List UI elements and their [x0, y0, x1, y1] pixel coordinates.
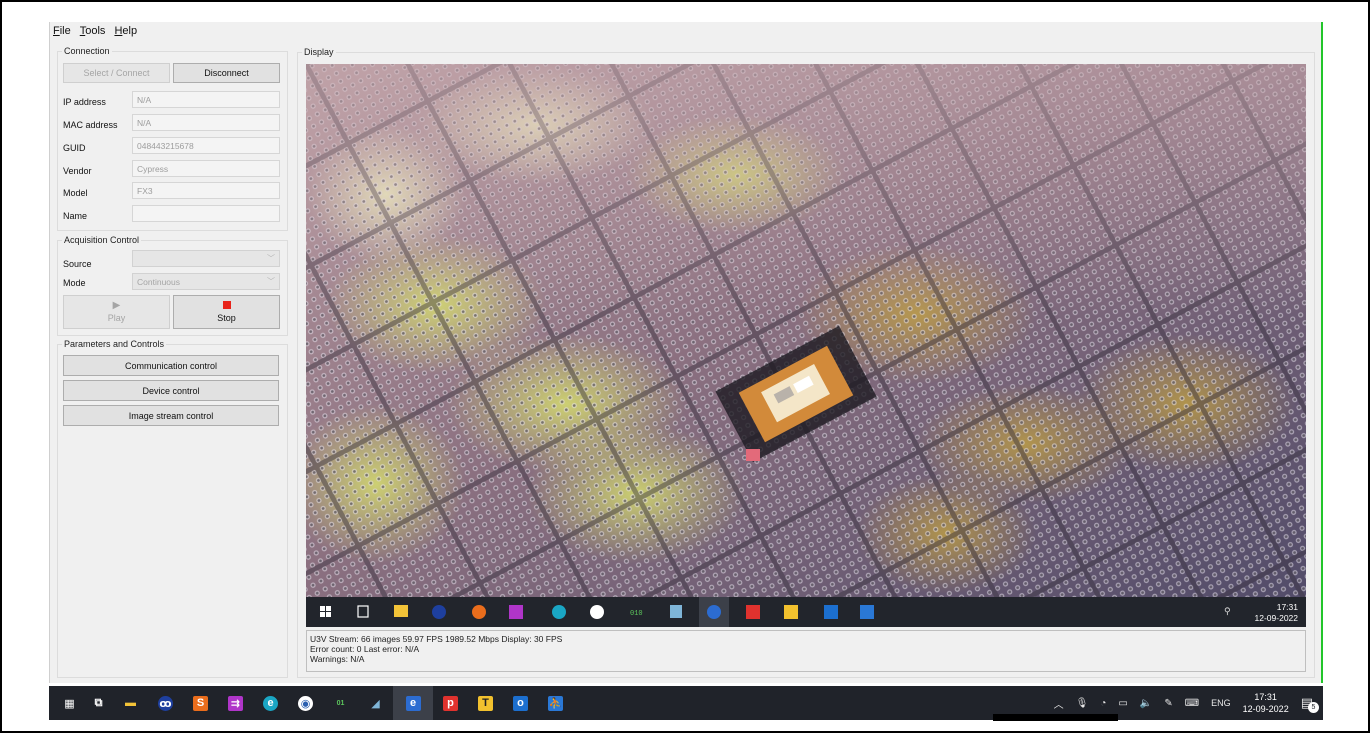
stream-status-panel: U3V Stream: 66 images 59.97 FPS 1989.52 …: [306, 630, 1306, 672]
notification-center-icon[interactable]: ▤ 5: [1301, 695, 1319, 713]
connection-title: Connection: [62, 46, 112, 56]
chevron-down-icon: ﹀: [267, 254, 275, 263]
app-purple-arrow-icon: ⇉: [228, 695, 243, 711]
name-field[interactable]: [132, 205, 280, 222]
keyboard-icon[interactable]: ⌨: [1185, 698, 1199, 709]
svg-text:010: 010: [630, 610, 643, 618]
taskbar-slot-internet-explorer[interactable]: e: [393, 686, 433, 720]
app-blue-person-icon: ⛹: [548, 695, 563, 711]
battery-icon[interactable]: ▭: [1118, 698, 1127, 709]
clock-date: 12-09-2022: [1242, 704, 1289, 714]
system-clock[interactable]: 17:31 12-09-2022: [1243, 691, 1289, 715]
source-label: Source: [63, 259, 92, 269]
mac-address-field: N/A: [132, 114, 280, 131]
taskbar-slot-edge-browser[interactable]: e: [253, 686, 288, 720]
taskbar-slot-binary-app[interactable]: 01: [323, 686, 358, 720]
taskbar-slot-cypress-app[interactable]: ◉: [288, 686, 323, 720]
taskbar-slot-windows-start[interactable]: ▦: [55, 686, 84, 720]
play-icon: ▶: [112, 300, 121, 311]
internet-explorer-icon: e: [405, 695, 421, 711]
camera-video-frame: 010 ⚲ 17:31 12-09-2022: [306, 64, 1306, 627]
wifi-icon[interactable]: ◔: [1100, 698, 1106, 709]
cypress-app-icon: ◉: [298, 695, 313, 711]
inner-taskbar: 010 ⚲: [306, 597, 1306, 627]
outlook-icon: o: [513, 695, 528, 711]
menu-help[interactable]: Help: [114, 25, 137, 39]
guid-field: 048443215678: [132, 137, 280, 154]
app-yellow-t-icon: T: [478, 695, 493, 711]
stream-stats-line: U3V Stream: 66 images 59.97 FPS 1989.52 …: [310, 634, 563, 644]
menu-tools[interactable]: Tools: [80, 25, 106, 39]
taskbar-pinned-apps: ▦ ⧉ ▬ ꝏ S ⇉ e ◉ 01 ◢ e p To ⛹: [55, 686, 573, 720]
stop-label: Stop: [217, 313, 236, 323]
notification-count-badge: 5: [1308, 702, 1319, 713]
communication-control-button[interactable]: Communication control: [63, 355, 279, 376]
host-taskbar: ▦ ⧉ ▬ ꝏ S ⇉ e ◉ 01 ◢ e p To ⛹ ︿ 🎙 ◔ ▭ 🔈 ✎ ⌨ ENG 17:31…: [49, 686, 1323, 720]
model-label: Model: [63, 188, 88, 198]
play-button[interactable]: ▶ Play: [63, 295, 170, 329]
task-view-icon: ⧉: [94, 696, 103, 709]
mode-select[interactable]: Continuous ﹀: [132, 273, 280, 290]
taskbar-slot-task-view[interactable]: ⧉: [84, 686, 113, 720]
taskbar-slot-outlook[interactable]: o: [503, 686, 538, 720]
inner-clock-date: 12-09-2022: [1254, 613, 1298, 623]
model-field: FX3: [132, 182, 280, 199]
chevron-down-icon: ﹀: [267, 277, 275, 286]
chevron-up-icon[interactable]: ︿: [1054, 696, 1064, 711]
disconnect-button[interactable]: Disconnect: [173, 63, 280, 83]
windows-start-icon: ▦: [64, 697, 75, 710]
speaker-icon[interactable]: 🔈: [1140, 698, 1152, 709]
binary-app-icon: 01: [336, 699, 345, 707]
taskbar-slot-file-explorer[interactable]: ▬: [113, 686, 148, 720]
inner-clock: 17:31 12-09-2022: [1255, 602, 1298, 624]
taskbar-slot-app-red-p[interactable]: p: [433, 686, 468, 720]
inner-clock-time: 17:31: [1276, 602, 1298, 612]
guid-label: GUID: [63, 143, 86, 153]
menu-file[interactable]: File: [53, 25, 71, 39]
language-indicator[interactable]: ENG: [1211, 698, 1231, 708]
stop-button[interactable]: Stop: [173, 295, 280, 329]
mode-label: Mode: [63, 278, 86, 288]
pen-icon[interactable]: ✎: [1164, 698, 1172, 709]
warnings-line: Warnings: N/A: [310, 654, 365, 664]
source-select[interactable]: ﹀: [132, 250, 280, 267]
svg-text:⚲: ⚲: [1224, 607, 1231, 617]
edge-browser-icon: e: [263, 695, 278, 711]
taskbar-slot-app-blue-person[interactable]: ⛹: [538, 686, 573, 720]
ip-address-label: IP address: [63, 97, 106, 107]
chip-wafer-image: 010 ⚲: [306, 64, 1306, 627]
play-label: Play: [107, 313, 126, 323]
app-orange-swirl-icon: S: [193, 695, 208, 711]
microphone-icon[interactable]: 🎙: [1076, 698, 1089, 709]
acquisition-control-title: Acquisition Control: [62, 235, 142, 245]
system-tray: ︿ 🎙 ◔ ▭ 🔈 ✎ ⌨ ENG 17:31 12-09-2022 ▤ 5: [1054, 691, 1319, 715]
error-count-line: Error count: 0 Last error: N/A: [310, 644, 420, 654]
taskbar-slot-app-purple-arrow[interactable]: ⇉: [218, 686, 253, 720]
taskbar-slot-notes-app[interactable]: ◢: [358, 686, 393, 720]
mode-select-value: Continuous: [137, 277, 181, 287]
vendor-field: Cypress: [132, 160, 280, 177]
mac-address-label: MAC address: [63, 120, 118, 130]
app-blue-circle-icon: ꝏ: [158, 695, 173, 711]
taskbar-slot-app-yellow-t[interactable]: T: [468, 686, 503, 720]
taskbar-slot-app-orange-swirl[interactable]: S: [183, 686, 218, 720]
taskbar-slot-app-blue-circle[interactable]: ꝏ: [148, 686, 183, 720]
file-explorer-icon: ▬: [125, 697, 136, 709]
clock-time: 17:31: [1254, 692, 1277, 702]
tray-overlay-strip: [993, 714, 1118, 721]
ip-address-field: N/A: [132, 91, 280, 108]
device-control-button[interactable]: Device control: [63, 380, 279, 401]
app-red-p-icon: p: [443, 695, 458, 711]
select-connect-button[interactable]: Select / Connect: [63, 63, 170, 83]
notes-app-icon: ◢: [371, 697, 380, 710]
vendor-label: Vendor: [63, 166, 92, 176]
image-stream-control-button[interactable]: Image stream control: [63, 405, 279, 426]
menu-bar: File Tools Help: [53, 25, 137, 39]
stop-icon: [222, 301, 231, 309]
parameters-controls-title: Parameters and Controls: [62, 339, 167, 349]
display-title: Display: [302, 47, 336, 57]
name-label: Name: [63, 211, 88, 221]
